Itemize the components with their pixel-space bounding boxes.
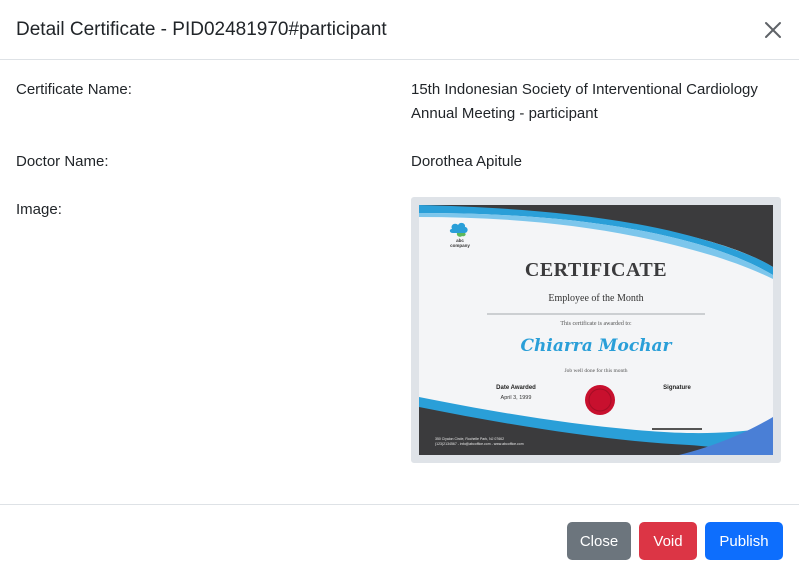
certificate-remark: Job well done for this month <box>564 368 628 374</box>
certificate-name-line1: 15th Indonesian Society of Interventiona… <box>411 81 758 98</box>
doctor-name-label: Doctor Name: <box>16 153 109 170</box>
modal-header: Detail Certificate - PID02481970#partici… <box>0 0 799 60</box>
certificate-date-value: April 3, 1999 <box>500 395 532 401</box>
certificate-signature-label: Signature <box>663 385 691 391</box>
doctor-name-value: Dorothea Apitule <box>411 153 522 170</box>
void-button[interactable]: Void <box>639 522 697 560</box>
certificate-awarded-to-text: This certificate is awarded to: <box>560 321 632 327</box>
certificate-image: abc company CERTIFICATE Employee of the … <box>419 205 773 455</box>
certificate-image-frame: abc company CERTIFICATE Employee of the … <box>411 197 781 463</box>
certificate-date-label: Date Awarded <box>496 385 536 391</box>
image-label: Image: <box>16 201 62 218</box>
certificate-logo-text: abc company <box>447 238 473 248</box>
certificate-name-value: 15th Indonesian Society of Interventiona… <box>411 78 791 126</box>
modal-title: Detail Certificate - PID02481970#partici… <box>16 19 387 40</box>
certificate-subheading: Employee of the Month <box>548 293 644 304</box>
certificate-logo-line2: company <box>450 243 470 248</box>
certificate-footer-line2: (123)2134567 - info@abcoffice.com - www.… <box>435 442 524 446</box>
certificate-recipient: Chiarra Mochar <box>520 336 672 356</box>
certificate-detail-modal: Detail Certificate - PID02481970#partici… <box>0 0 799 575</box>
modal-footer: Close Void Publish <box>0 504 799 575</box>
certificate-name-line2: Annual Meeting - participant <box>411 105 598 122</box>
certificate-footer-text: 350 Ciyalon Circle, Rochelle Park, NJ 07… <box>435 437 524 447</box>
close-button[interactable]: Close <box>567 522 631 560</box>
certificate-heading: CERTIFICATE <box>524 259 668 281</box>
certificate-name-label: Certificate Name: <box>16 81 132 98</box>
publish-button[interactable]: Publish <box>705 522 783 560</box>
close-icon[interactable] <box>762 19 784 41</box>
